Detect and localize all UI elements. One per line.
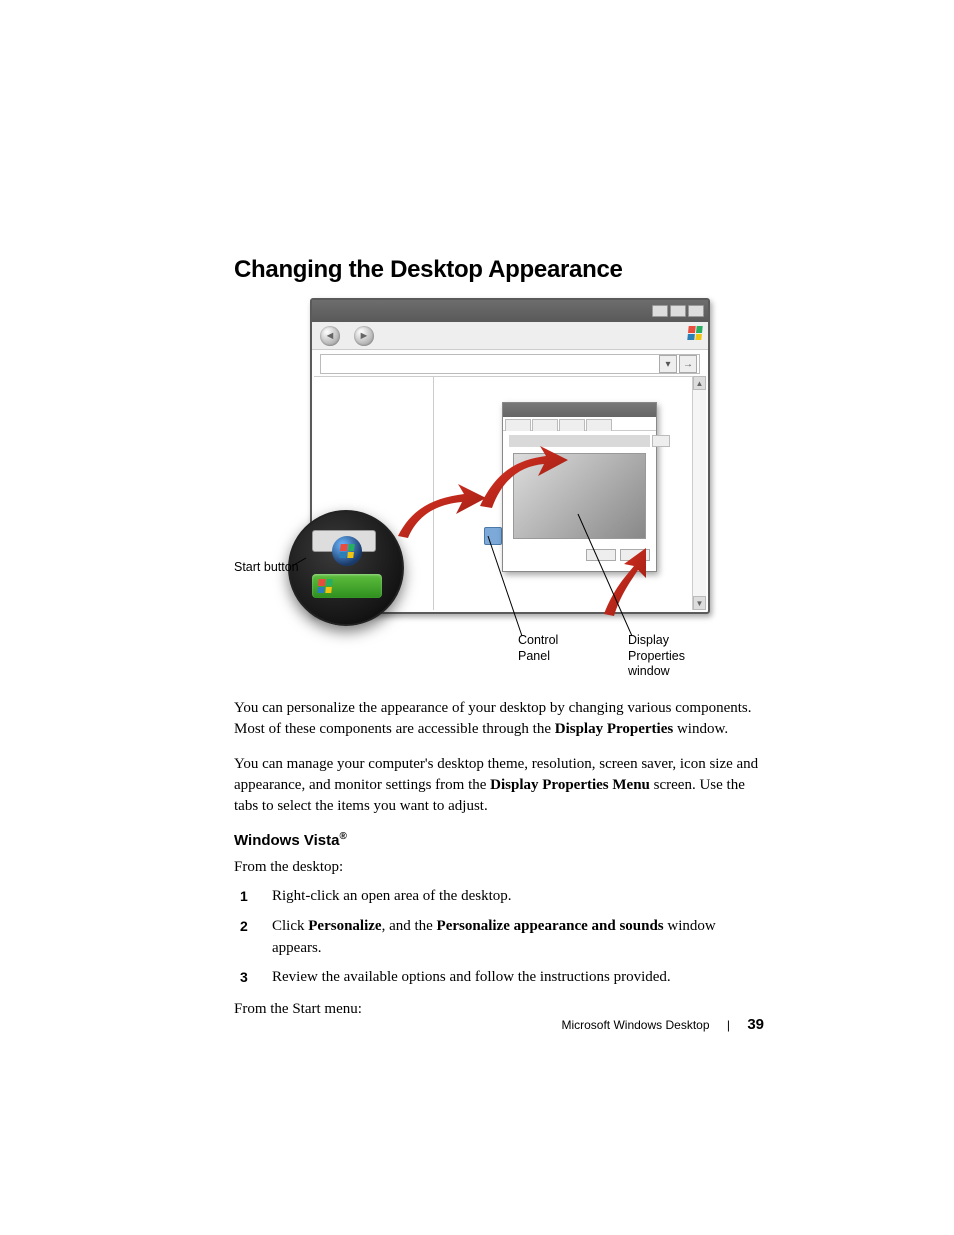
xp-start-button [312, 574, 382, 598]
label-display-properties: Display Properties window [628, 633, 708, 680]
monitor-preview [513, 453, 646, 539]
nav-toolbar: ◄ ► [312, 322, 708, 350]
display-properties-dialog [502, 402, 657, 572]
dialog-titlebar [503, 403, 656, 417]
window-titlebar [312, 300, 708, 322]
minimize-icon [652, 305, 668, 317]
dialog-buttons [503, 545, 656, 565]
footer-separator: | [727, 1018, 730, 1032]
label-start-button: Start button [234, 560, 299, 576]
step-number: 2 [240, 916, 248, 936]
step-item: 1Right-click an open area of the desktop… [262, 886, 764, 908]
close-icon [688, 305, 704, 317]
start-magnifier [288, 510, 404, 626]
paragraph: You can personalize the appearance of yo… [234, 698, 764, 740]
scroll-up-icon: ▲ [693, 376, 706, 390]
control-panel-icon [484, 527, 502, 545]
figure: ◄ ► ▾ → ▲ ▼ [234, 298, 714, 678]
paragraph: You can manage your computer's desktop t… [234, 754, 764, 817]
dialog-field [509, 435, 650, 447]
dialog-tabs [503, 417, 656, 431]
numbered-steps: 1Right-click an open area of the desktop… [234, 886, 764, 989]
step-number: 1 [240, 886, 248, 906]
windows-flag-icon [688, 326, 704, 342]
lead-text: From the desktop: [234, 857, 764, 878]
scroll-down-icon: ▼ [693, 596, 706, 610]
label-control-panel: Control Panel [518, 633, 558, 664]
section-heading: Changing the Desktop Appearance [234, 256, 764, 284]
subheading-windows-vista: Windows Vista® [234, 831, 764, 849]
address-bar: ▾ → [320, 354, 700, 374]
vista-start-orb [332, 536, 362, 566]
dropdown-icon: ▾ [659, 355, 677, 373]
step-item: 2Click Personalize, and the Personalize … [262, 916, 764, 960]
step-item: 3Review the available options and follow… [262, 967, 764, 989]
forward-icon: ► [354, 326, 374, 346]
windows-flag-icon [317, 579, 332, 593]
back-icon: ◄ [320, 326, 340, 346]
step-number: 3 [240, 967, 248, 987]
windows-flag-icon [339, 544, 354, 558]
page-footer: Microsoft Windows Desktop | 39 [234, 1016, 764, 1033]
scrollbar: ▲ ▼ [692, 376, 706, 610]
go-icon: → [679, 355, 697, 373]
page-number: 39 [747, 1016, 764, 1033]
maximize-icon [670, 305, 686, 317]
footer-section: Microsoft Windows Desktop [561, 1018, 709, 1032]
